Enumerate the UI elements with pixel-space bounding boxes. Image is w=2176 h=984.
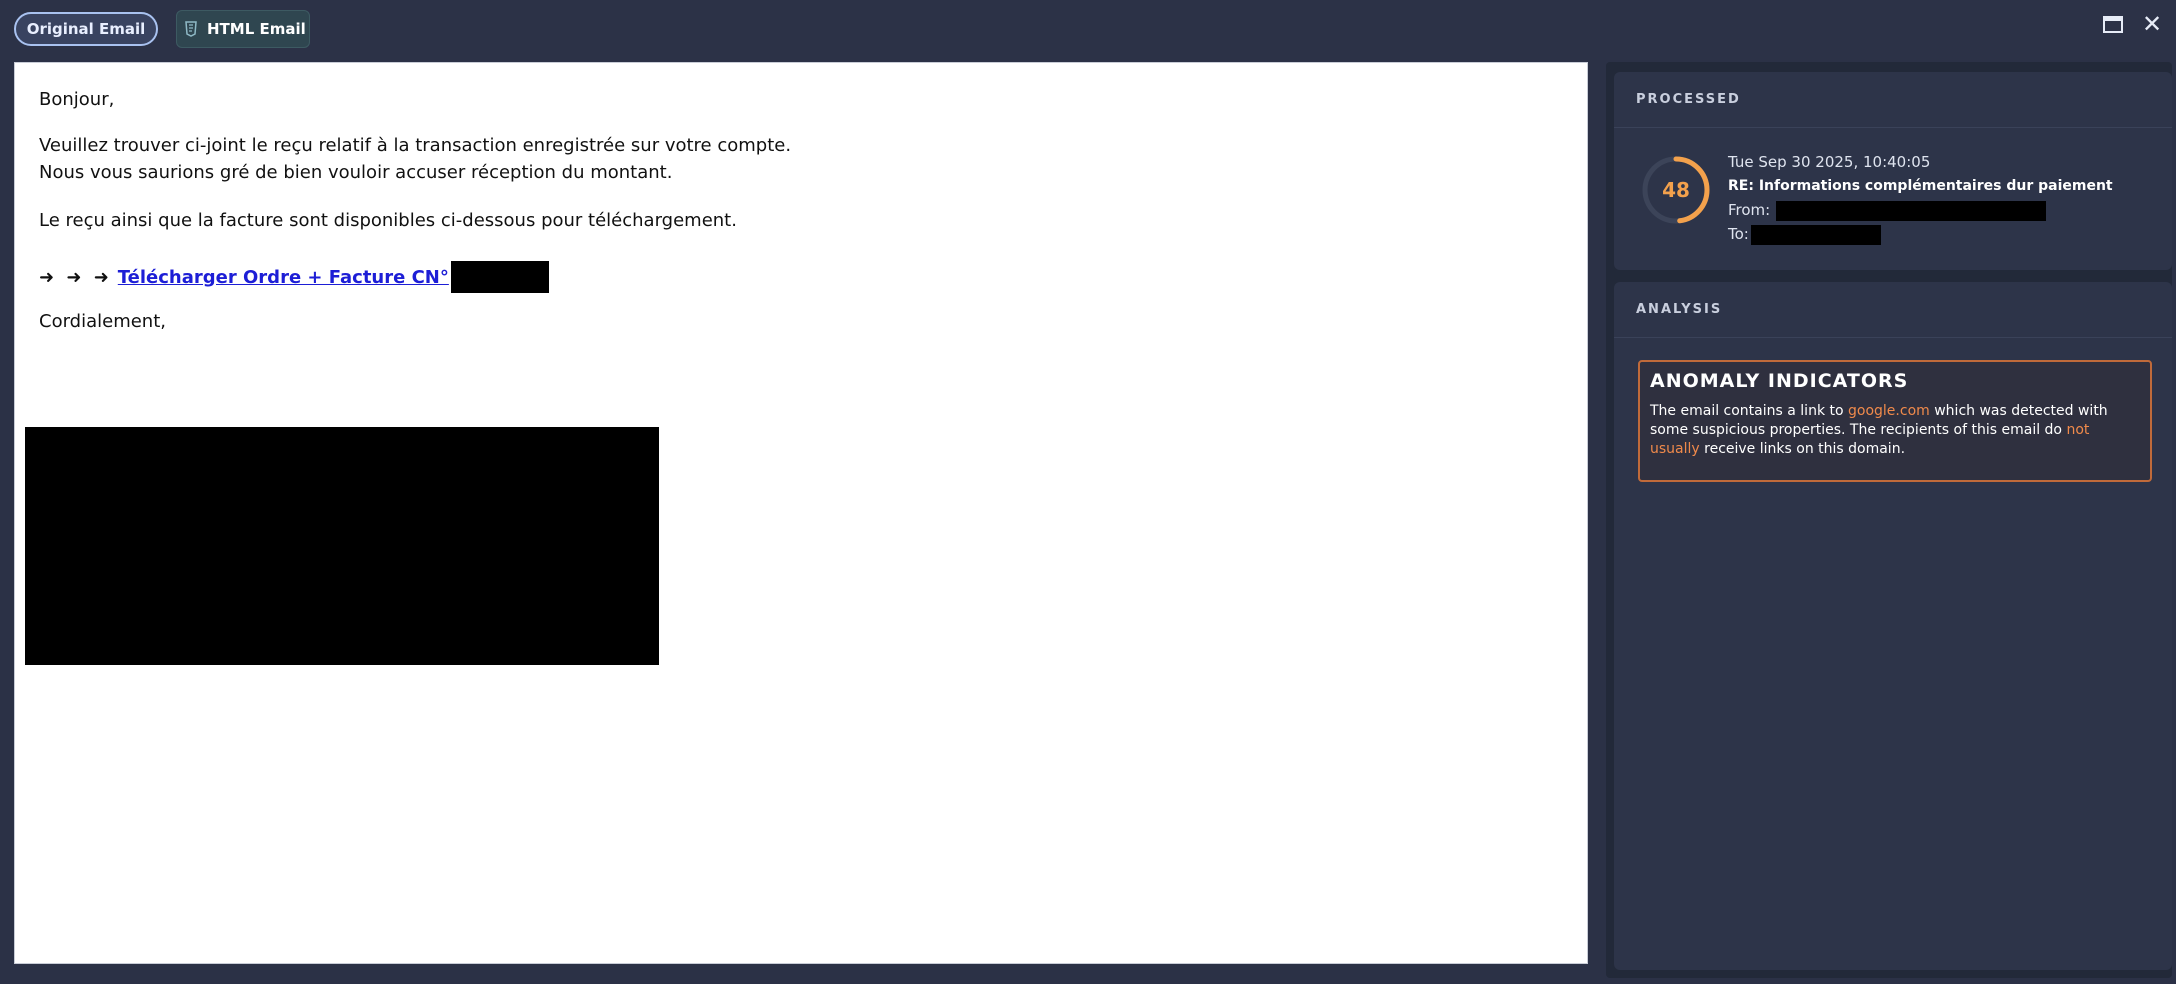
to-label: To:: [1728, 225, 1749, 243]
tab-original-email-label: Original Email: [26, 20, 146, 38]
timestamp: Tue Sep 30 2025, 10:40:05: [1728, 153, 1931, 171]
download-line: ➜ ➜ ➜ Télécharger Ordre + Facture CN°: [39, 261, 549, 293]
anomaly-text-1: The email contains a link to: [1650, 403, 1849, 419]
tab-html-email[interactable]: HTML Email: [176, 10, 310, 48]
from-row: From:: [1728, 198, 2113, 222]
top-bar: Original Email HTML Email ✕: [0, 0, 2176, 60]
arrows-icon: ➜ ➜ ➜: [39, 266, 112, 288]
email-body-line-1: Veuillez trouver ci-joint le reçu relati…: [39, 135, 792, 156]
from-label: From:: [1728, 201, 1771, 219]
risk-score: 48: [1662, 178, 1690, 202]
anomaly-indicators-box: ANOMALY INDICATORS The email contains a …: [1638, 360, 2152, 482]
splitter[interactable]: [1588, 62, 1606, 964]
close-icon[interactable]: ✕: [2142, 12, 2162, 36]
email-body-line-2: Nous vous saurions gré de bien vouloir a…: [39, 162, 673, 183]
html5-icon: [185, 21, 197, 37]
flagged-domain: google.com: [1848, 403, 1930, 419]
processed-heading: PROCESSED: [1614, 72, 2172, 128]
email-body-line-3: Le reçu ainsi que la facture sont dispon…: [39, 210, 737, 231]
anomaly-text-3: receive links on this domain.: [1699, 441, 1906, 457]
email-greeting: Bonjour,: [39, 89, 115, 110]
redacted-recipient: [1750, 224, 1881, 245]
processed-card: PROCESSED 48 Tue Sep 30 2025, 10:40:05 R…: [1614, 72, 2172, 270]
download-link[interactable]: Télécharger Ordre + Facture CN°: [118, 267, 449, 288]
email-subject: RE: Informations complémentaires dur pai…: [1728, 178, 2113, 194]
analysis-heading: ANALYSIS: [1614, 282, 2172, 338]
tab-html-email-label: HTML Email: [207, 20, 306, 38]
analysis-card: ANALYSIS ANOMALY INDICATORS The email co…: [1614, 282, 2172, 970]
maximize-icon[interactable]: [2103, 16, 2123, 33]
email-html-preview: Bonjour, Veuillez trouver ci-joint le re…: [14, 62, 1588, 964]
redacted-signature-block: [25, 427, 659, 665]
email-closing: Cordialement,: [39, 311, 166, 332]
to-row: To:: [1728, 222, 2113, 246]
redaction-box: [450, 261, 549, 293]
redacted-sender: [1776, 200, 2047, 221]
email-metadata: Tue Sep 30 2025, 10:40:05 RE: Informatio…: [1728, 150, 2113, 246]
anomaly-title: ANOMALY INDICATORS: [1650, 370, 1909, 392]
anomaly-description: The email contains a link to google.com …: [1650, 402, 2140, 459]
tab-original-email[interactable]: Original Email: [14, 12, 158, 46]
